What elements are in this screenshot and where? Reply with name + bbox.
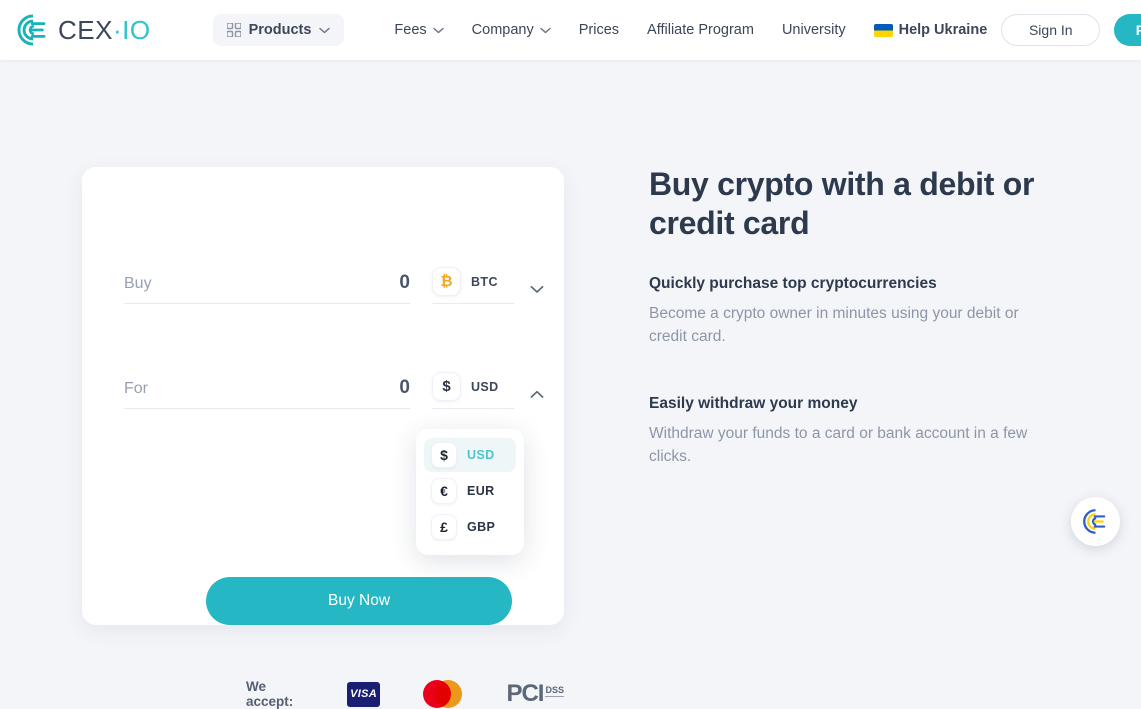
nav-label: University bbox=[781, 22, 846, 38]
page-body: Buy 0 ₿ BTC For 0 $ USD Buy Now We accep… bbox=[0, 60, 1141, 709]
auth-buttons: Sign In Register bbox=[1001, 14, 1141, 46]
feature-title: Easily withdraw your money bbox=[649, 395, 858, 412]
chevron-up-icon[interactable] bbox=[530, 390, 544, 399]
chevron-down-icon[interactable] bbox=[530, 285, 544, 294]
nav-label: Company bbox=[471, 22, 534, 38]
nav-item-help-ukraine[interactable]: Help Ukraine bbox=[860, 16, 1002, 44]
pci-logo-main: PCI bbox=[506, 680, 544, 707]
nav-label: Prices bbox=[578, 22, 620, 38]
we-accept-row: We accept: VISA PCI DSS bbox=[246, 679, 564, 709]
visa-logo-text: VISA bbox=[350, 688, 378, 700]
buy-row: Buy 0 ₿ BTC bbox=[124, 267, 544, 304]
site-header: CEX·IO Products Fees Company Prices Affi… bbox=[0, 0, 1141, 60]
chevron-down-icon bbox=[319, 27, 331, 33]
products-button[interactable]: Products bbox=[212, 14, 345, 46]
visa-logo: VISA bbox=[347, 681, 381, 707]
we-accept-label: We accept: bbox=[246, 679, 294, 709]
chevron-down-icon bbox=[539, 27, 551, 33]
cexio-support-icon bbox=[1083, 509, 1106, 534]
pound-icon: £ bbox=[431, 514, 457, 540]
marketing-column: Buy crypto with a debit or credit card Q… bbox=[649, 165, 1069, 468]
for-amount-input[interactable]: For 0 bbox=[124, 377, 410, 409]
currency-option-usd[interactable]: $ USD bbox=[424, 438, 516, 472]
support-chat-button[interactable] bbox=[1071, 497, 1120, 546]
for-amount-value: 0 bbox=[399, 377, 410, 398]
currency-option-label: USD bbox=[467, 448, 495, 462]
nav-label: Fees bbox=[394, 22, 427, 38]
register-button[interactable]: Register bbox=[1114, 14, 1141, 46]
pci-logo-sub: DSS bbox=[545, 685, 564, 697]
chevron-down-icon bbox=[432, 27, 444, 33]
buy-currency-code: BTC bbox=[471, 274, 498, 289]
currency-option-label: GBP bbox=[467, 520, 496, 534]
buy-amount-input[interactable]: Buy 0 bbox=[124, 272, 410, 304]
products-button-label: Products bbox=[248, 22, 312, 38]
buy-crypto-widget: Buy 0 ₿ BTC For 0 $ USD Buy Now We accep… bbox=[82, 167, 564, 709]
dollar-icon: $ bbox=[431, 442, 457, 468]
grid-icon bbox=[226, 23, 241, 37]
currency-option-label: EUR bbox=[467, 484, 495, 498]
dollar-icon: $ bbox=[432, 372, 461, 401]
feature-body: Withdraw your funds to a card or bank ac… bbox=[649, 425, 1028, 465]
for-currency-code: USD bbox=[471, 379, 499, 394]
euro-icon: € bbox=[431, 478, 457, 504]
currency-option-eur[interactable]: € EUR bbox=[424, 474, 516, 508]
main-nav: Fees Company Prices Affiliate Program Un… bbox=[380, 16, 1001, 44]
currency-dropdown: $ USD € EUR £ GBP bbox=[416, 429, 524, 555]
pci-dss-logo: PCI DSS bbox=[506, 680, 564, 708]
nav-label: Help Ukraine bbox=[898, 22, 988, 38]
nav-item-company[interactable]: Company bbox=[458, 16, 565, 44]
feature-quickly-purchase: Quickly purchase top cryptocurrencies Be… bbox=[649, 275, 1069, 348]
sign-in-button[interactable]: Sign In bbox=[1001, 14, 1101, 46]
mastercard-logo bbox=[423, 680, 463, 708]
cexio-logo[interactable]: CEX·IO bbox=[16, 13, 151, 47]
cexio-logo-icon bbox=[17, 14, 46, 46]
ukraine-flag-icon bbox=[873, 23, 893, 37]
for-currency-selector[interactable]: $ USD bbox=[432, 372, 544, 409]
page-title: Buy crypto with a debit or credit card bbox=[649, 166, 1035, 241]
logo-text-accent: ·IO bbox=[112, 14, 151, 45]
bitcoin-icon: ₿ bbox=[432, 267, 461, 296]
currency-option-gbp[interactable]: £ GBP bbox=[424, 510, 516, 544]
logo-wordmark: CEX·IO bbox=[58, 15, 151, 46]
nav-item-affiliate-program[interactable]: Affiliate Program bbox=[633, 16, 768, 44]
nav-item-university[interactable]: University bbox=[768, 16, 860, 44]
buy-amount-value: 0 bbox=[399, 272, 410, 293]
nav-item-fees[interactable]: Fees bbox=[380, 16, 457, 44]
feature-body: Become a crypto owner in minutes using y… bbox=[649, 305, 1019, 345]
nav-item-prices[interactable]: Prices bbox=[565, 16, 633, 44]
buy-amount-placeholder: Buy bbox=[124, 275, 152, 292]
for-row: For 0 $ USD bbox=[124, 372, 544, 409]
for-amount-placeholder: For bbox=[124, 380, 148, 397]
mastercard-orange-circle bbox=[434, 680, 463, 708]
feature-easily-withdraw: Easily withdraw your money Withdraw your… bbox=[649, 395, 1069, 468]
buy-now-button[interactable]: Buy Now bbox=[206, 577, 512, 625]
logo-text-main: CEX bbox=[58, 14, 113, 45]
feature-title: Quickly purchase top cryptocurrencies bbox=[649, 275, 937, 292]
buy-currency-selector[interactable]: ₿ BTC bbox=[432, 267, 544, 304]
nav-label: Affiliate Program bbox=[647, 22, 754, 38]
